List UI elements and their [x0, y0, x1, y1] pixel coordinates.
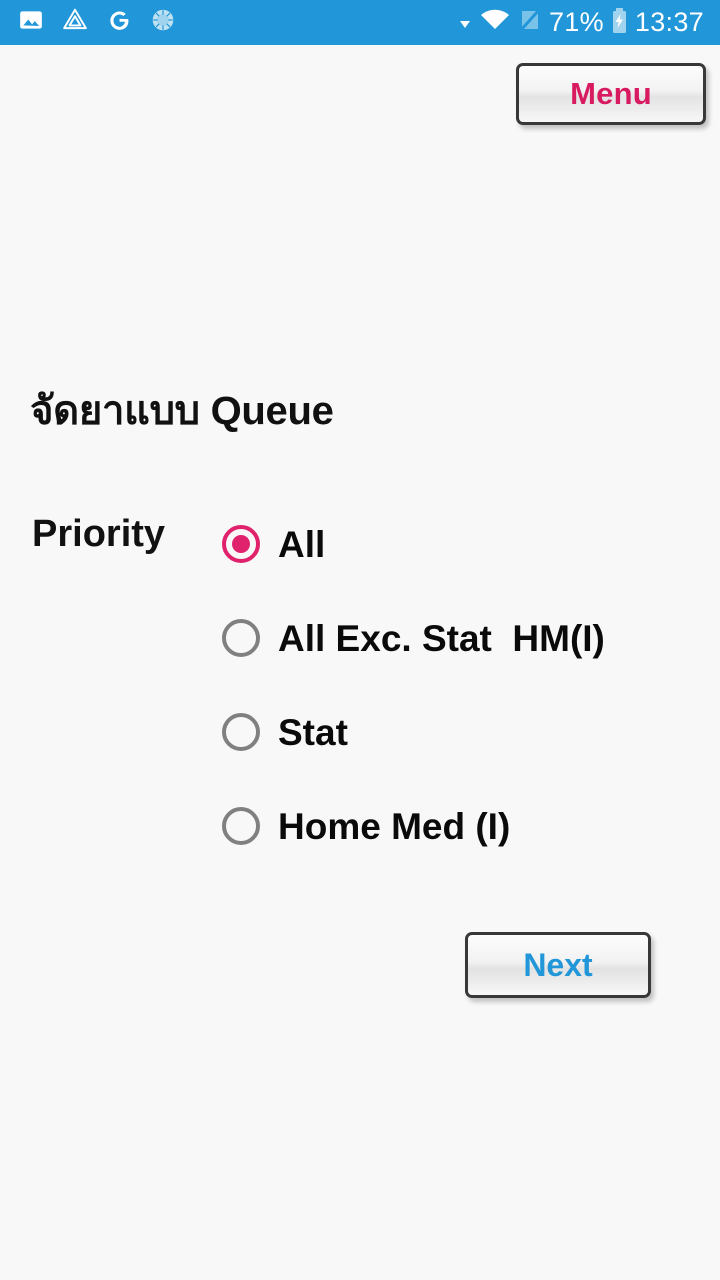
wifi-icon: [479, 7, 511, 38]
radio-option-label: Stat: [278, 711, 348, 753]
radio-option-all[interactable]: All: [222, 516, 605, 572]
sunburst-sync-icon: [150, 7, 176, 38]
radio-option-all-exc-stat-hm[interactable]: All Exc. Stat HM(I): [222, 610, 605, 666]
photo-icon: [18, 7, 44, 38]
radio-option-home-med[interactable]: Home Med (I): [222, 798, 605, 854]
menu-button-label: Menu: [570, 76, 652, 111]
radio-option-label: Home Med (I): [278, 805, 511, 847]
battery-charging-icon: [611, 7, 628, 39]
radio-option-label: All Exc. Stat HM(I): [278, 617, 605, 659]
radio-selected-icon[interactable]: [222, 525, 260, 563]
google-icon: [106, 7, 132, 38]
menu-button[interactable]: Menu: [516, 63, 706, 125]
status-bar-notification-icons: [18, 7, 176, 38]
no-sim-signal-icon: [518, 7, 542, 38]
app-screen: 71% 13:37 Menu จัดยาแบบ Queue Priority A…: [0, 0, 720, 1280]
radio-unselected-icon[interactable]: [222, 713, 260, 751]
radio-option-label: All: [278, 523, 326, 565]
chevron-down-icon: [458, 7, 472, 38]
clock-label: 13:37: [634, 7, 704, 37]
priority-radio-group[interactable]: All All Exc. Stat HM(I) Stat Home Med (I…: [222, 516, 605, 854]
priority-label: Priority: [32, 513, 166, 555]
page-title: จัดยาแบบ Queue: [30, 389, 334, 433]
status-bar-system-icons: 71% 13:37: [458, 7, 704, 39]
radio-unselected-icon[interactable]: [222, 807, 260, 845]
next-button-label: Next: [523, 946, 593, 983]
status-bar: 71% 13:37: [0, 0, 720, 45]
next-button[interactable]: Next: [465, 932, 651, 998]
radio-unselected-icon[interactable]: [222, 619, 260, 657]
radio-option-stat[interactable]: Stat: [222, 704, 605, 760]
battery-percent-label: 71%: [548, 7, 604, 37]
affinity-app-icon: [62, 7, 88, 38]
